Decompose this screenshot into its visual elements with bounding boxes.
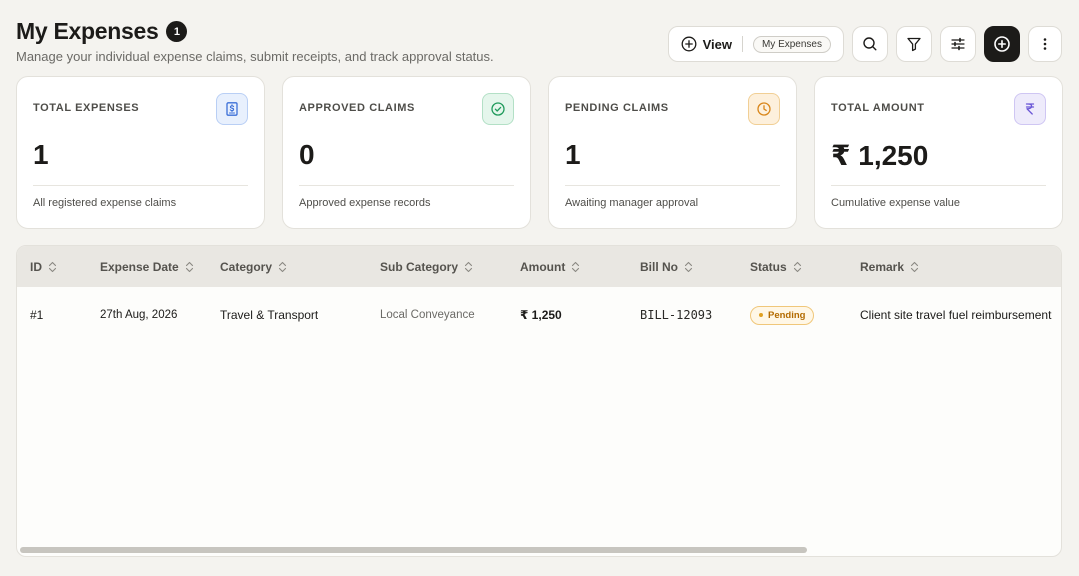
column-header-label: Amount <box>520 259 566 274</box>
cell-status: Pending <box>750 287 815 343</box>
column-header-label: Category <box>220 259 273 274</box>
column-header-label: Bill No <box>640 259 678 274</box>
card-label: TOTAL AMOUNT <box>831 102 925 114</box>
card-value: ₹ 1,250 <box>831 140 929 171</box>
column-header-label: Remark <box>860 259 905 274</box>
sort-icon <box>910 261 919 273</box>
status-badge: Pending <box>750 305 815 325</box>
filter-icon <box>906 36 922 52</box>
expense-count-badge: 1 <box>166 21 188 42</box>
column-header-expense-date[interactable]: Expense Date <box>100 246 194 287</box>
cell-expense-date: 27th Aug, 2026 <box>100 309 178 321</box>
add-expense-button[interactable] <box>984 26 1020 62</box>
sliders-icon <box>950 36 966 52</box>
card-description: Approved expense records <box>299 197 431 209</box>
column-header-label: Sub Category <box>380 259 459 274</box>
card-approved-claims: APPROVED CLAIMS 0 Approved expense recor… <box>282 76 531 229</box>
cell-bill-no: BILL-12093 <box>640 308 713 322</box>
horizontal-scrollbar[interactable] <box>20 547 807 553</box>
check-circle-icon <box>482 93 514 125</box>
column-header-amount[interactable]: Amount <box>520 246 580 287</box>
status-dot-icon <box>759 313 763 317</box>
sort-icon <box>48 261 57 273</box>
more-vertical-icon <box>1037 36 1053 52</box>
sort-icon <box>185 261 194 273</box>
status-label: Pending <box>768 309 806 321</box>
filter-button[interactable] <box>896 26 932 62</box>
sort-icon <box>684 261 693 273</box>
card-divider <box>33 185 248 186</box>
cell-remark: Client site travel fuel reimbursement <box>860 287 1052 343</box>
search-button[interactable] <box>852 26 888 62</box>
card-divider <box>565 185 780 186</box>
current-view-chip: My Expenses <box>752 35 831 53</box>
card-description: Awaiting manager approval <box>565 197 699 209</box>
card-total-amount: TOTAL AMOUNT ₹ 1,250 Cumulative expense … <box>814 76 1063 229</box>
column-header-bill-no[interactable]: Bill No <box>640 246 693 287</box>
table-header: ID Expense Date Category Sub Category Am… <box>17 246 1061 287</box>
card-divider <box>831 185 1046 186</box>
card-label: TOTAL EXPENSES <box>33 102 140 114</box>
card-label: PENDING CLAIMS <box>565 102 669 114</box>
receipt-dollar-icon <box>216 93 248 125</box>
view-divider <box>741 36 743 52</box>
title-row: My Expenses 1 <box>16 18 494 45</box>
column-header-label: Expense Date <box>100 259 179 274</box>
toolbar: View My Expenses <box>667 26 1062 62</box>
column-header-status[interactable]: Status <box>750 246 802 287</box>
sort-icon <box>278 261 287 273</box>
table-row[interactable]: #1 27th Aug, 2026 Travel & Transport Loc… <box>17 287 1061 343</box>
card-description: Cumulative expense value <box>831 197 961 209</box>
view-selector-button[interactable]: View My Expenses <box>667 26 844 62</box>
page-title: My Expenses <box>16 18 159 44</box>
card-divider <box>299 185 514 186</box>
summary-cards: TOTAL EXPENSES 1 All registered expense … <box>16 76 1063 229</box>
sort-icon <box>793 261 802 273</box>
cell-amount: ₹ 1,250 <box>520 308 562 322</box>
add-circle-icon <box>993 35 1011 53</box>
page-header: My Expenses 1 Manage your individual exp… <box>16 18 494 64</box>
card-value: 0 <box>299 139 315 170</box>
column-settings-button[interactable] <box>940 26 976 62</box>
card-total-expenses: TOTAL EXPENSES 1 All registered expense … <box>16 76 265 229</box>
cell-category: Travel & Transport <box>220 308 319 322</box>
card-value: 1 <box>33 139 49 170</box>
card-pending-claims: PENDING CLAIMS 1 Awaiting manager approv… <box>548 76 797 229</box>
rupee-icon <box>1014 93 1046 125</box>
column-header-id[interactable]: ID <box>30 246 57 287</box>
card-description: All registered expense claims <box>33 197 177 209</box>
column-header-sub-category[interactable]: Sub Category <box>380 246 473 287</box>
clock-icon <box>748 93 780 125</box>
sort-icon <box>464 261 473 273</box>
column-header-category[interactable]: Category <box>220 246 287 287</box>
remark-text: Client site travel fuel reimbursement <box>860 308 1052 322</box>
expenses-table: ID Expense Date Category Sub Category Am… <box>16 245 1062 557</box>
more-options-button[interactable] <box>1028 26 1062 62</box>
cell-id: #1 <box>30 308 44 322</box>
page-subtitle: Manage your individual expense claims, s… <box>16 49 494 64</box>
column-header-label: Status <box>750 259 787 274</box>
card-label: APPROVED CLAIMS <box>299 102 415 114</box>
view-label: View <box>702 36 732 52</box>
plus-circle-icon <box>681 36 697 52</box>
column-header-remark[interactable]: Remark <box>860 246 919 287</box>
search-icon <box>862 36 878 52</box>
sort-icon <box>571 261 580 273</box>
cell-sub-category: Local Conveyance <box>380 309 475 321</box>
column-header-label: ID <box>30 259 42 274</box>
card-value: 1 <box>565 139 581 170</box>
